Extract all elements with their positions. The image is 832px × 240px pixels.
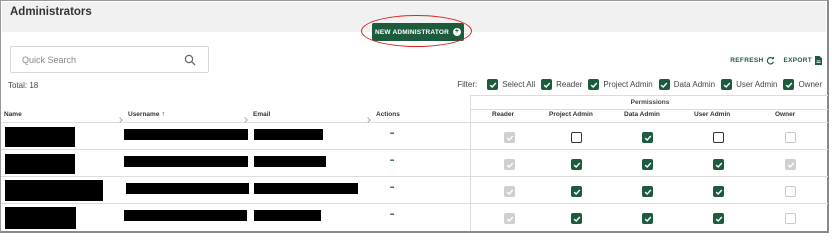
permission-data-admin-checkbox[interactable]	[642, 159, 653, 170]
permission-user-admin-checkbox[interactable]	[713, 132, 724, 143]
refresh-button[interactable]: REFRESH	[730, 56, 775, 65]
row-actions-menu-icon[interactable]: •••	[390, 129, 394, 139]
new-administrator-label: NEW ADMINISTRATOR	[374, 28, 450, 36]
filter-item-label: Owner	[798, 80, 822, 89]
search-icon	[184, 54, 196, 66]
filter-owner[interactable]: Owner	[783, 79, 822, 90]
toolbar: REFRESH EXPORT	[730, 56, 822, 65]
col-header-project-admin: Project Admin	[549, 111, 593, 118]
permission-project-admin-checkbox[interactable]	[571, 159, 582, 170]
refresh-icon	[767, 56, 775, 65]
plus-circle-icon: +	[453, 28, 462, 36]
redacted-username	[124, 210, 247, 221]
filter-project-admin[interactable]: Project Admin	[588, 79, 653, 90]
redacted-name	[5, 154, 75, 174]
table-row: •••	[1, 205, 828, 232]
checkbox-icon	[783, 79, 795, 90]
col-header-username[interactable]: Username ↑	[128, 111, 165, 121]
new-administrator-button[interactable]: NEW ADMINISTRATOR +	[372, 23, 464, 41]
row-actions-menu-icon[interactable]: •••	[390, 210, 394, 220]
redacted-username	[124, 156, 248, 167]
checkbox-icon	[588, 79, 600, 90]
filter-data-admin[interactable]: Data Admin	[658, 79, 716, 90]
filter-item-label: Select All	[502, 80, 536, 89]
permission-owner-checkbox	[785, 159, 796, 170]
redacted-username	[126, 183, 249, 194]
redacted-name	[5, 207, 76, 229]
filter-item-label: Data Admin	[673, 80, 716, 89]
redacted-name	[5, 180, 103, 201]
page-title: Administrators	[10, 6, 92, 18]
filter-label: Filter:	[457, 80, 478, 89]
col-header-name[interactable]: Name	[4, 111, 22, 121]
checkbox-icon	[541, 79, 553, 90]
checkbox-icon	[721, 79, 733, 90]
col-header-email[interactable]: Email	[253, 111, 270, 121]
total-count: Total: 18	[8, 81, 39, 90]
permission-data-admin-checkbox[interactable]	[642, 132, 653, 143]
permissions-group-header: Permissions	[630, 99, 670, 106]
table-row: •••	[1, 178, 828, 205]
filter-item-label: Reader	[556, 80, 583, 89]
redacted-username	[124, 129, 248, 140]
filter-bar: Filter: Select All Reader Project Admin …	[457, 79, 822, 90]
permission-owner-checkbox	[785, 213, 796, 224]
redacted-email	[254, 129, 323, 140]
table-row: •••	[1, 124, 828, 151]
checkbox-icon	[487, 79, 499, 90]
col-header-owner: Owner	[775, 111, 796, 118]
col-header-data-admin: Data Admin	[624, 111, 660, 118]
file-icon	[815, 56, 822, 65]
permission-user-admin-checkbox[interactable]	[713, 213, 724, 224]
permission-user-admin-checkbox[interactable]	[713, 159, 724, 170]
filter-user-admin[interactable]: User Admin	[721, 79, 777, 90]
filter-item-label: Project Admin	[603, 80, 653, 89]
col-header-reader: Reader	[492, 111, 515, 118]
col-header-username-label: Username	[128, 111, 160, 118]
row-actions-menu-icon[interactable]: •••	[390, 183, 394, 193]
col-header-user-admin: User Admin	[694, 111, 731, 118]
table-row: •••	[1, 151, 828, 178]
header-divider	[1, 122, 828, 123]
export-label: EXPORT	[783, 57, 812, 64]
permission-reader-checkbox	[504, 213, 515, 224]
permission-project-admin-checkbox[interactable]	[571, 213, 582, 224]
filter-item-label: User Admin	[736, 80, 778, 89]
refresh-label: REFRESH	[730, 57, 764, 64]
row-actions-menu-icon[interactable]: •••	[390, 156, 394, 166]
permission-data-admin-checkbox[interactable]	[642, 213, 653, 224]
permission-user-admin-checkbox[interactable]	[713, 186, 724, 197]
redacted-email	[254, 156, 326, 167]
filter-reader[interactable]: Reader	[541, 79, 582, 90]
permission-project-admin-checkbox[interactable]	[571, 186, 582, 197]
permission-data-admin-checkbox[interactable]	[642, 186, 653, 197]
redacted-email	[254, 183, 358, 194]
permission-reader-checkbox	[504, 186, 515, 197]
filter-select-all[interactable]: Select All	[487, 79, 535, 90]
permission-reader-checkbox	[504, 132, 515, 143]
permission-owner-checkbox	[785, 132, 796, 143]
checkbox-icon	[658, 79, 670, 90]
col-header-actions: Actions	[376, 111, 400, 118]
export-button[interactable]: EXPORT	[783, 56, 822, 65]
permission-owner-checkbox	[785, 186, 796, 197]
search-placeholder: Quick Search	[22, 55, 77, 65]
permission-reader-checkbox	[504, 159, 515, 170]
redacted-name	[5, 127, 75, 147]
permission-project-admin-checkbox[interactable]	[571, 132, 582, 143]
redacted-email	[254, 210, 321, 221]
sort-up-arrow-icon: ↑	[161, 111, 165, 118]
quick-search-input[interactable]: Quick Search	[10, 46, 209, 73]
